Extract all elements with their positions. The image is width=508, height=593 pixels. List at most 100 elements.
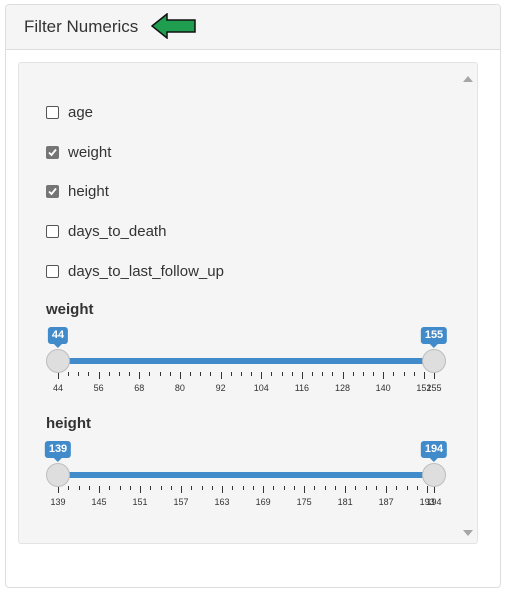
minor-tick xyxy=(230,372,232,376)
tick-label: 116 xyxy=(294,383,310,393)
slider-handle-max[interactable] xyxy=(422,349,446,373)
minor-tick xyxy=(322,372,324,376)
tick-label: 194 xyxy=(426,497,442,507)
major-tick xyxy=(301,372,303,379)
slider-track[interactable] xyxy=(58,472,434,478)
minor-tick xyxy=(373,372,375,376)
slider-handle-max[interactable] xyxy=(422,463,446,487)
slider-value-min: 139 xyxy=(44,441,72,462)
range-slider-height[interactable]: 139 145 151 157 163 169 175 181 187 193 194 139 194 xyxy=(44,441,448,511)
minor-tick xyxy=(78,486,80,490)
checkbox-label: weight xyxy=(68,143,112,161)
major-tick xyxy=(342,372,344,379)
minor-tick xyxy=(393,372,395,376)
minor-tick xyxy=(251,372,253,376)
tick-label: 157 xyxy=(173,497,189,507)
minor-tick xyxy=(413,372,415,376)
major-tick xyxy=(99,486,101,493)
checkbox[interactable] xyxy=(46,105,59,119)
minor-tick xyxy=(291,372,293,376)
tick-label: 187 xyxy=(378,497,394,507)
minor-tick xyxy=(312,372,314,376)
tick-label: 155 xyxy=(426,383,442,393)
major-tick xyxy=(179,372,181,379)
minor-tick xyxy=(200,372,202,376)
minor-tick xyxy=(396,486,398,490)
major-tick xyxy=(263,486,265,493)
checkbox[interactable] xyxy=(46,184,59,198)
major-tick xyxy=(98,372,100,379)
major-tick xyxy=(345,486,347,493)
scroll-down-arrow-icon[interactable] xyxy=(463,530,473,536)
checkbox-row-weight[interactable]: weight xyxy=(46,142,111,162)
minor-tick xyxy=(78,372,80,376)
minor-tick xyxy=(283,486,285,490)
scroll-up-arrow-icon[interactable] xyxy=(463,76,473,82)
slider-value-max: 194 xyxy=(420,441,448,462)
minor-tick xyxy=(273,486,275,490)
tick-label: 181 xyxy=(337,497,353,507)
minor-tick xyxy=(334,486,336,490)
major-tick xyxy=(304,486,306,493)
checkbox-row-days-to-death[interactable]: days_to_death xyxy=(46,221,166,241)
scrollbar[interactable] xyxy=(460,68,476,542)
checkbox-row-days-to-last-follow-up[interactable]: days_to_last_follow_up xyxy=(46,261,224,281)
minor-tick xyxy=(406,486,408,490)
minor-tick xyxy=(88,372,90,376)
minor-tick xyxy=(88,486,90,490)
slider-handle-min[interactable] xyxy=(46,463,70,487)
minor-tick xyxy=(68,486,70,490)
slider-track[interactable] xyxy=(58,358,434,364)
major-tick xyxy=(220,372,222,379)
minor-tick xyxy=(118,372,120,376)
major-tick xyxy=(58,372,59,379)
minor-tick xyxy=(211,486,213,490)
checkbox-label: age xyxy=(68,103,94,121)
checkbox-label: days_to_last_follow_up xyxy=(68,262,224,280)
checkbox[interactable] xyxy=(46,264,59,278)
tick-label: 68 xyxy=(134,383,145,393)
checkbox-row-height[interactable]: height xyxy=(46,181,109,201)
minor-tick xyxy=(362,372,364,376)
tick-label: 44 xyxy=(52,383,64,393)
checkbox-label: days_to_death xyxy=(68,222,167,240)
major-tick xyxy=(261,372,263,379)
minor-tick xyxy=(159,372,161,376)
slider-title-height: height xyxy=(46,415,91,432)
minor-tick xyxy=(403,372,405,376)
checkbox[interactable] xyxy=(46,224,59,238)
minor-tick xyxy=(68,372,70,376)
major-tick xyxy=(58,486,59,493)
minor-tick xyxy=(149,372,151,376)
minor-tick xyxy=(119,486,121,490)
major-tick xyxy=(181,486,183,493)
arrow-left-icon xyxy=(151,13,196,39)
panel-header: Filter Numerics xyxy=(6,5,500,50)
minor-tick xyxy=(365,486,367,490)
minor-tick xyxy=(169,372,171,376)
tick-label: 92 xyxy=(215,383,226,393)
minor-tick xyxy=(314,486,316,490)
major-tick xyxy=(386,486,388,493)
checkbox[interactable] xyxy=(46,145,59,159)
tick-label: 139 xyxy=(50,497,66,507)
slider-handle-min[interactable] xyxy=(46,349,70,373)
tick-label: 145 xyxy=(91,497,107,507)
minor-tick xyxy=(324,486,326,490)
minor-tick xyxy=(109,486,111,490)
tick-label: 151 xyxy=(132,497,148,507)
minor-tick xyxy=(190,372,192,376)
minor-tick xyxy=(240,372,242,376)
checkbox-row-age[interactable]: age xyxy=(46,102,93,122)
tick-label: 169 xyxy=(255,497,271,507)
minor-tick xyxy=(293,486,295,490)
minor-tick xyxy=(355,486,357,490)
minor-tick xyxy=(129,372,131,376)
minor-tick xyxy=(201,486,203,490)
minor-tick xyxy=(271,372,273,376)
minor-tick xyxy=(375,486,377,490)
range-slider-weight[interactable]: 44 56 68 80 92 104 116 128 140 152 155 44 155 xyxy=(46,327,448,397)
tick-label: 128 xyxy=(335,383,351,393)
minor-tick xyxy=(252,486,254,490)
minor-tick xyxy=(108,372,110,376)
